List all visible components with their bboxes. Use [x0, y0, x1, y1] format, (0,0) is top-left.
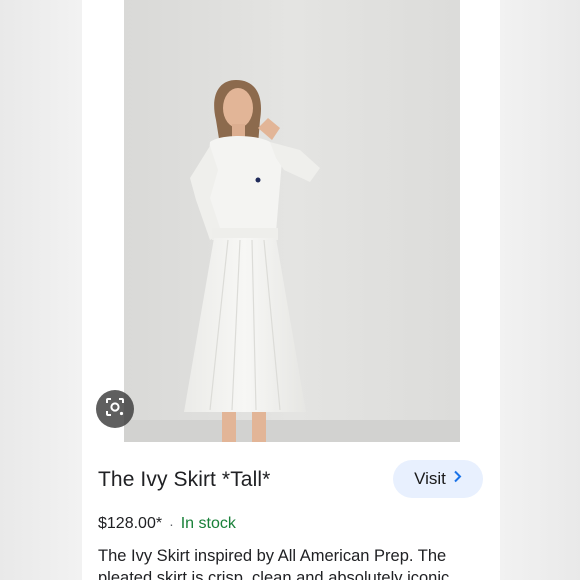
availability-status: In stock	[180, 515, 236, 532]
visit-button-label: Visit	[414, 469, 446, 488]
lens-search-icon	[105, 397, 125, 422]
chevron-right-icon	[453, 470, 462, 488]
product-image-area	[82, 0, 500, 442]
product-description: The Ivy Skirt inspired by All American P…	[98, 545, 484, 580]
separator-dot: ·	[169, 516, 174, 532]
visit-button[interactable]: Visit	[393, 460, 483, 498]
product-title[interactable]: The Ivy Skirt *Tall*	[98, 468, 270, 492]
lens-search-button[interactable]	[96, 390, 134, 428]
description-line: The Ivy Skirt inspired by All American P…	[98, 547, 447, 565]
price-row: $128.00* · In stock	[98, 515, 236, 533]
product-price: $128.00*	[98, 515, 163, 532]
product-photo[interactable]	[124, 0, 460, 442]
page-background: The Ivy Skirt *Tall* Visit $128.00* · In…	[0, 0, 580, 580]
product-card: The Ivy Skirt *Tall* Visit $128.00* · In…	[82, 0, 500, 580]
description-line: pleated skirt is crisp, clean and absolu…	[98, 569, 454, 580]
product-info-panel: The Ivy Skirt *Tall* Visit $128.00* · In…	[82, 442, 500, 580]
